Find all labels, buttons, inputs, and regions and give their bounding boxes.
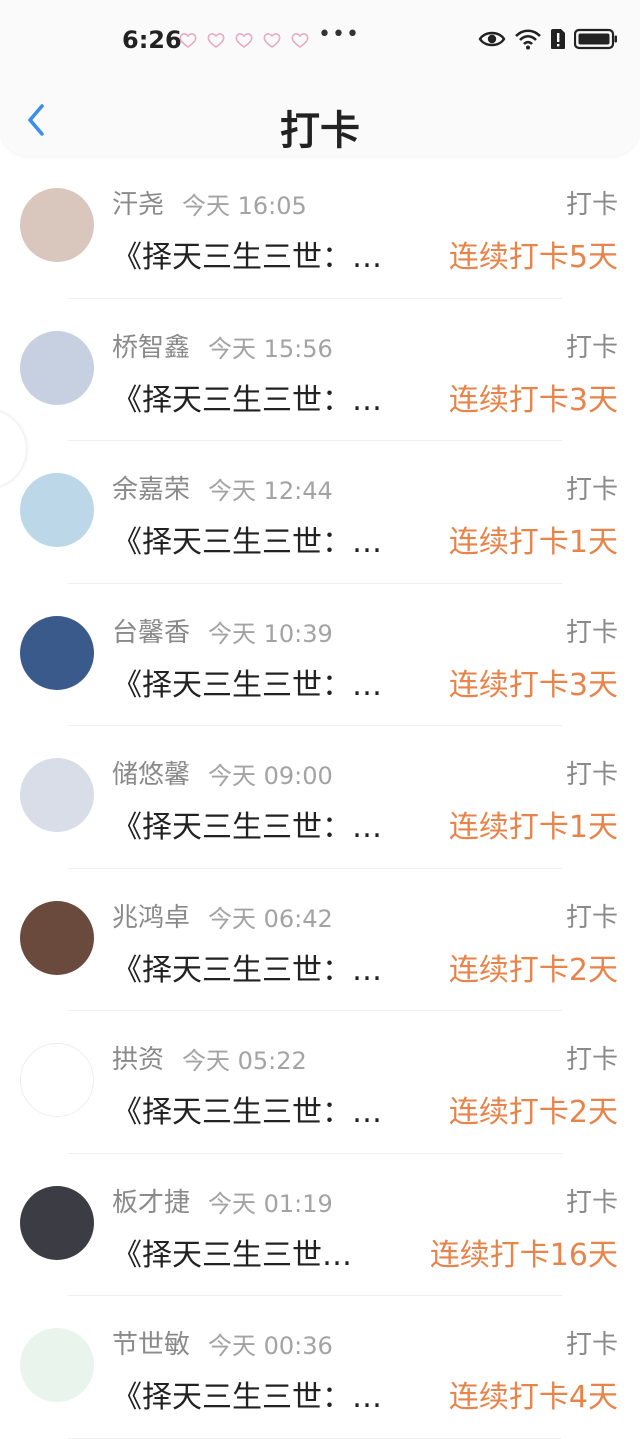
book-title[interactable]: 《择天三生三世：…	[112, 375, 382, 419]
list-item[interactable]: 兆鸿卓 今天 06:42 打卡 《择天三生三世：… 连续打卡2天	[0, 869, 640, 1011]
list-item[interactable]: 汗尧 今天 16:05 打卡 《择天三生三世：… 连续打卡5天	[0, 156, 640, 299]
avatar[interactable]	[20, 758, 94, 832]
checkin-time: 今天 01:19	[208, 1189, 333, 1218]
checkin-time: 今天 05:22	[182, 1047, 307, 1075]
streak-label: 连续打卡3天	[448, 382, 618, 418]
notification-icons	[178, 30, 310, 50]
system-icons	[478, 28, 618, 50]
heart-icon	[179, 33, 197, 48]
list-item[interactable]: 台馨香 今天 10:39 打卡 《择天三生三世：… 连续打卡3天	[0, 584, 640, 726]
divider	[68, 1437, 562, 1439]
eye-icon	[478, 31, 506, 47]
checkin-action-label: 打卡	[565, 902, 618, 933]
checkin-action-label: 打卡	[565, 1187, 618, 1218]
checkin-action-label: 打卡	[565, 1330, 618, 1360]
book-title[interactable]: 《择天三生三世：…	[112, 945, 382, 989]
checkin-action-label: 打卡	[565, 332, 618, 363]
book-title[interactable]: 《择天三生三世：…	[112, 517, 382, 561]
avatar[interactable]	[20, 615, 94, 690]
book-title[interactable]: 《择天三生三世：…	[112, 660, 382, 704]
avatar[interactable]	[20, 473, 94, 547]
book-title[interactable]: 《择天三生三世…	[112, 1230, 352, 1274]
heart-icon	[263, 33, 281, 48]
checkin-action-label: 打卡	[565, 617, 618, 648]
checkin-time: 今天 00:36	[208, 1332, 333, 1360]
list-item[interactable]: 储悠馨 今天 09:00 打卡 《择天三生三世：… 连续打卡1天	[0, 726, 640, 869]
checkin-time: 今天 16:05	[182, 192, 307, 220]
list-item[interactable]: 拱资 今天 05:22 打卡 《择天三生三世：… 连续打卡2天	[0, 1011, 640, 1154]
streak-label: 连续打卡1天	[448, 810, 618, 845]
heart-icon	[291, 33, 309, 48]
streak-label: 连续打卡5天	[448, 240, 618, 275]
list-item[interactable]: 余嘉荣 今天 12:44 打卡 《择天三生三世：… 连续打卡1天	[0, 441, 640, 584]
user-name[interactable]: 拱资	[112, 1039, 164, 1076]
avatar[interactable]	[20, 188, 94, 262]
page-title: 打卡	[280, 108, 360, 154]
checkin-action-label: 打卡	[565, 1045, 618, 1075]
streak-label: 连续打卡4天	[448, 1380, 618, 1415]
list-item[interactable]: 板才捷 今天 01:19 打卡 《择天三生三世… 连续打卡16天	[0, 1154, 640, 1296]
list-item[interactable]: 桥智鑫 今天 15:56 打卡 《择天三生三世：… 连续打卡3天	[0, 299, 640, 441]
user-name[interactable]: 台馨香	[112, 612, 190, 649]
streak-label: 连续打卡16天	[429, 1237, 618, 1273]
streak-label: 连续打卡1天	[448, 525, 618, 560]
heart-icon	[235, 33, 253, 48]
battery-icon	[574, 28, 617, 50]
checkin-time: 今天 10:39	[208, 619, 333, 648]
streak-label: 连续打卡2天	[448, 952, 618, 988]
checkin-action-label: 打卡	[565, 190, 618, 220]
checkin-action-label: 打卡	[565, 475, 618, 505]
avatar[interactable]	[20, 330, 94, 405]
list-item[interactable]: 节世敏 今天 00:36 打卡 《择天三生三世：… 连续打卡4天	[0, 1296, 640, 1439]
checkin-time: 今天 12:44	[208, 477, 333, 505]
checkin-list: 汗尧 今天 16:05 打卡 《择天三生三世：… 连续打卡5天 桥智鑫 今天 1…	[0, 156, 640, 1439]
nav-bar: 打卡	[0, 84, 640, 156]
user-name[interactable]: 储悠馨	[112, 754, 190, 791]
user-name[interactable]: 余嘉荣	[112, 469, 190, 506]
checkin-time: 今天 09:00	[208, 762, 333, 790]
status-time: 6:26	[122, 26, 182, 54]
user-name[interactable]: 汗尧	[112, 184, 164, 221]
streak-label: 连续打卡3天	[448, 667, 618, 703]
book-title[interactable]: 《择天三生三世：…	[112, 1372, 382, 1416]
book-title[interactable]: 《择天三生三世：…	[112, 802, 382, 846]
status-bar: 6:26 •••	[0, 0, 640, 84]
user-name[interactable]: 兆鸿卓	[112, 897, 190, 934]
sim-alert-icon	[551, 29, 565, 49]
heart-icon	[207, 33, 225, 48]
book-title[interactable]: 《择天三生三世：…	[112, 1087, 382, 1131]
streak-label: 连续打卡2天	[448, 1095, 618, 1130]
checkin-time: 今天 15:56	[208, 334, 333, 363]
avatar[interactable]	[20, 1328, 94, 1402]
app-header: 6:26 ••• 打卡	[0, 0, 640, 156]
checkin-time: 今天 06:42	[208, 904, 333, 933]
user-name[interactable]: 节世敏	[112, 1324, 190, 1361]
avatar[interactable]	[20, 1185, 94, 1260]
user-name[interactable]: 桥智鑫	[112, 327, 190, 364]
user-name[interactable]: 板才捷	[112, 1182, 190, 1219]
avatar[interactable]	[20, 1043, 94, 1117]
book-title[interactable]: 《择天三生三世：…	[112, 232, 382, 276]
checkin-action-label: 打卡	[565, 760, 618, 790]
more-notifications-icon: •••	[318, 22, 360, 47]
wifi-icon	[515, 29, 541, 50]
avatar[interactable]	[20, 900, 94, 975]
